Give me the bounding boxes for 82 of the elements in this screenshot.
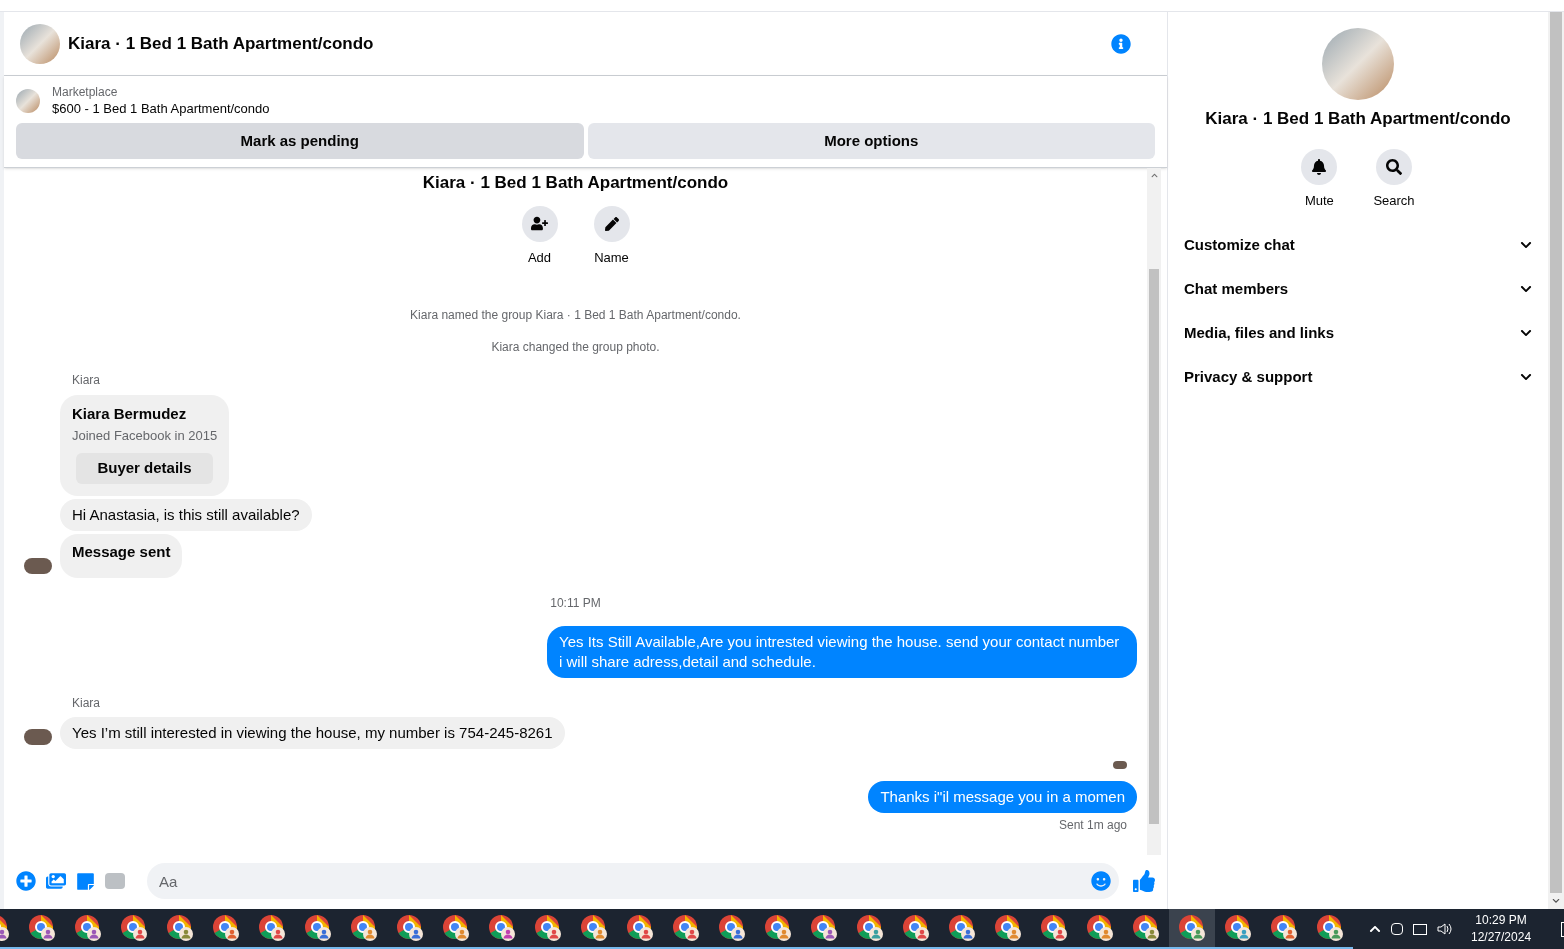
group-event-text: Kiara named the group Kiara · 1 Bed 1 Bath Apartment/condo. <box>410 307 741 323</box>
browser-profile-icon <box>1040 914 1068 942</box>
info-icon[interactable] <box>1111 33 1131 54</box>
browser-profile-icon <box>1132 914 1160 942</box>
avatar-photo <box>24 728 52 745</box>
browser-profile-icon <box>304 914 332 942</box>
scrollbar-thumb[interactable] <box>1149 269 1159 824</box>
panel-section-toggle[interactable]: Chat members <box>1184 269 1532 309</box>
browser-profile-icon <box>810 914 838 942</box>
pencil-icon <box>604 216 619 231</box>
browser-profile-icon <box>120 914 148 942</box>
browser-profile-icon <box>28 914 56 942</box>
browser-profile-icon <box>212 914 240 942</box>
browser-profile-icon <box>764 914 792 942</box>
chevron-down-icon <box>1520 327 1532 339</box>
message-bubble: Yes Its Still Available,Are you intrested viewing the house. send your contact number i will share adress,detail and schedule. <box>547 625 1137 678</box>
buyer-joined: Joined Facebook in 2015 <box>72 426 217 445</box>
message-bubble: Hi Anastasia, is this still available? <box>60 498 312 531</box>
scrollbar-thumb[interactable] <box>1550 12 1562 894</box>
browser-profile-icon <box>902 914 930 942</box>
browser-profile-icon <box>350 914 378 942</box>
taskbar-app-button[interactable] <box>1169 909 1215 949</box>
bell-icon <box>1311 158 1328 175</box>
group-event-text: Kiara changed the group photo. <box>491 339 660 355</box>
listing-title: $600 - 1 Bed 1 Bath Apartment/condo <box>52 100 270 118</box>
emoji-icon[interactable] <box>1091 871 1111 891</box>
search-icon <box>1386 158 1402 175</box>
message-bubble: Message sent <box>60 533 183 578</box>
chevron-down-icon <box>1520 283 1532 295</box>
listing-action-button[interactable]: More options <box>587 123 1155 159</box>
message-bubble: Yes I’m still interested in viewing the house, my number is 754-245-8261 <box>60 716 565 749</box>
browser-profile-icon <box>718 914 746 942</box>
browser-profile-icon <box>994 914 1022 942</box>
panel-section-toggle[interactable]: Privacy & support <box>1184 357 1532 397</box>
browser-profile-icon <box>488 914 516 942</box>
sender-name: Kiara <box>72 695 100 710</box>
panel-section-toggle[interactable]: Media, files and links <box>1184 313 1532 353</box>
browser-profile-icon <box>948 914 976 942</box>
message-bubble: Thanks i"il message you in a momen <box>868 780 1137 813</box>
browser-profile-icon <box>74 914 102 942</box>
scroll-up-icon[interactable] <box>1150 172 1158 179</box>
browser-profile-icon <box>442 914 470 942</box>
message-input[interactable]: Aa <box>147 863 1119 899</box>
listing-source: Marketplace <box>52 84 119 100</box>
browser-profile-icon <box>166 914 194 942</box>
browser-profile-icon <box>1086 914 1114 942</box>
tray-chevron-icon[interactable] <box>1369 923 1381 935</box>
clock[interactable]: 10:29 PM 12/27/2024 <box>1471 912 1532 946</box>
scroll-down-icon[interactable] <box>1552 897 1560 905</box>
conversation-title: Kiara · 1 Bed 1 Bath Apartment/condo <box>422 172 729 194</box>
browser-profile-icon <box>1270 914 1298 942</box>
sender-name: Kiara <box>72 373 100 387</box>
browser-profile-icon <box>396 914 424 942</box>
add-person-icon <box>531 215 548 232</box>
browser-profile-icon <box>1178 914 1206 942</box>
browser-profile-icon <box>258 914 286 942</box>
chat-title: Kiara · 1 Bed 1 Bath Apartment/condo <box>68 32 375 55</box>
browser-profile-icon <box>856 914 884 942</box>
chevron-down-icon <box>1520 371 1532 383</box>
chevron-down-icon <box>1520 239 1532 251</box>
sent-status: Sent 1m ago <box>1058 816 1127 833</box>
listing-action-button[interactable]: Mark as pending <box>16 123 584 159</box>
buyer-name: Kiara Bermudez <box>72 404 188 424</box>
image-icon[interactable] <box>46 871 66 891</box>
panel-section-toggle[interactable]: Customize chat <box>1184 225 1532 265</box>
browser-profile-icon <box>534 914 562 942</box>
like-icon[interactable] <box>1133 870 1155 892</box>
buyer-details-button[interactable]: Buyer details <box>76 453 213 484</box>
group-photo <box>20 23 60 64</box>
speaker-icon[interactable] <box>1437 922 1453 936</box>
browser-profile-icon <box>626 914 654 942</box>
listing-photo <box>16 89 40 113</box>
browser-profile-icon <box>1224 914 1252 942</box>
browser-profile-icon <box>1316 914 1344 942</box>
timestamp: 10:11 PM <box>550 595 601 610</box>
panel-title: Kiara · 1 Bed 1 Bath Apartment/condo <box>1205 108 1511 130</box>
seen-avatar <box>1113 760 1127 769</box>
avatar-photo <box>24 557 52 574</box>
plus-icon[interactable] <box>16 871 36 891</box>
browser-profile-icon <box>580 914 608 942</box>
sticker-icon[interactable] <box>76 871 95 891</box>
browser-profile-icon <box>672 914 700 942</box>
